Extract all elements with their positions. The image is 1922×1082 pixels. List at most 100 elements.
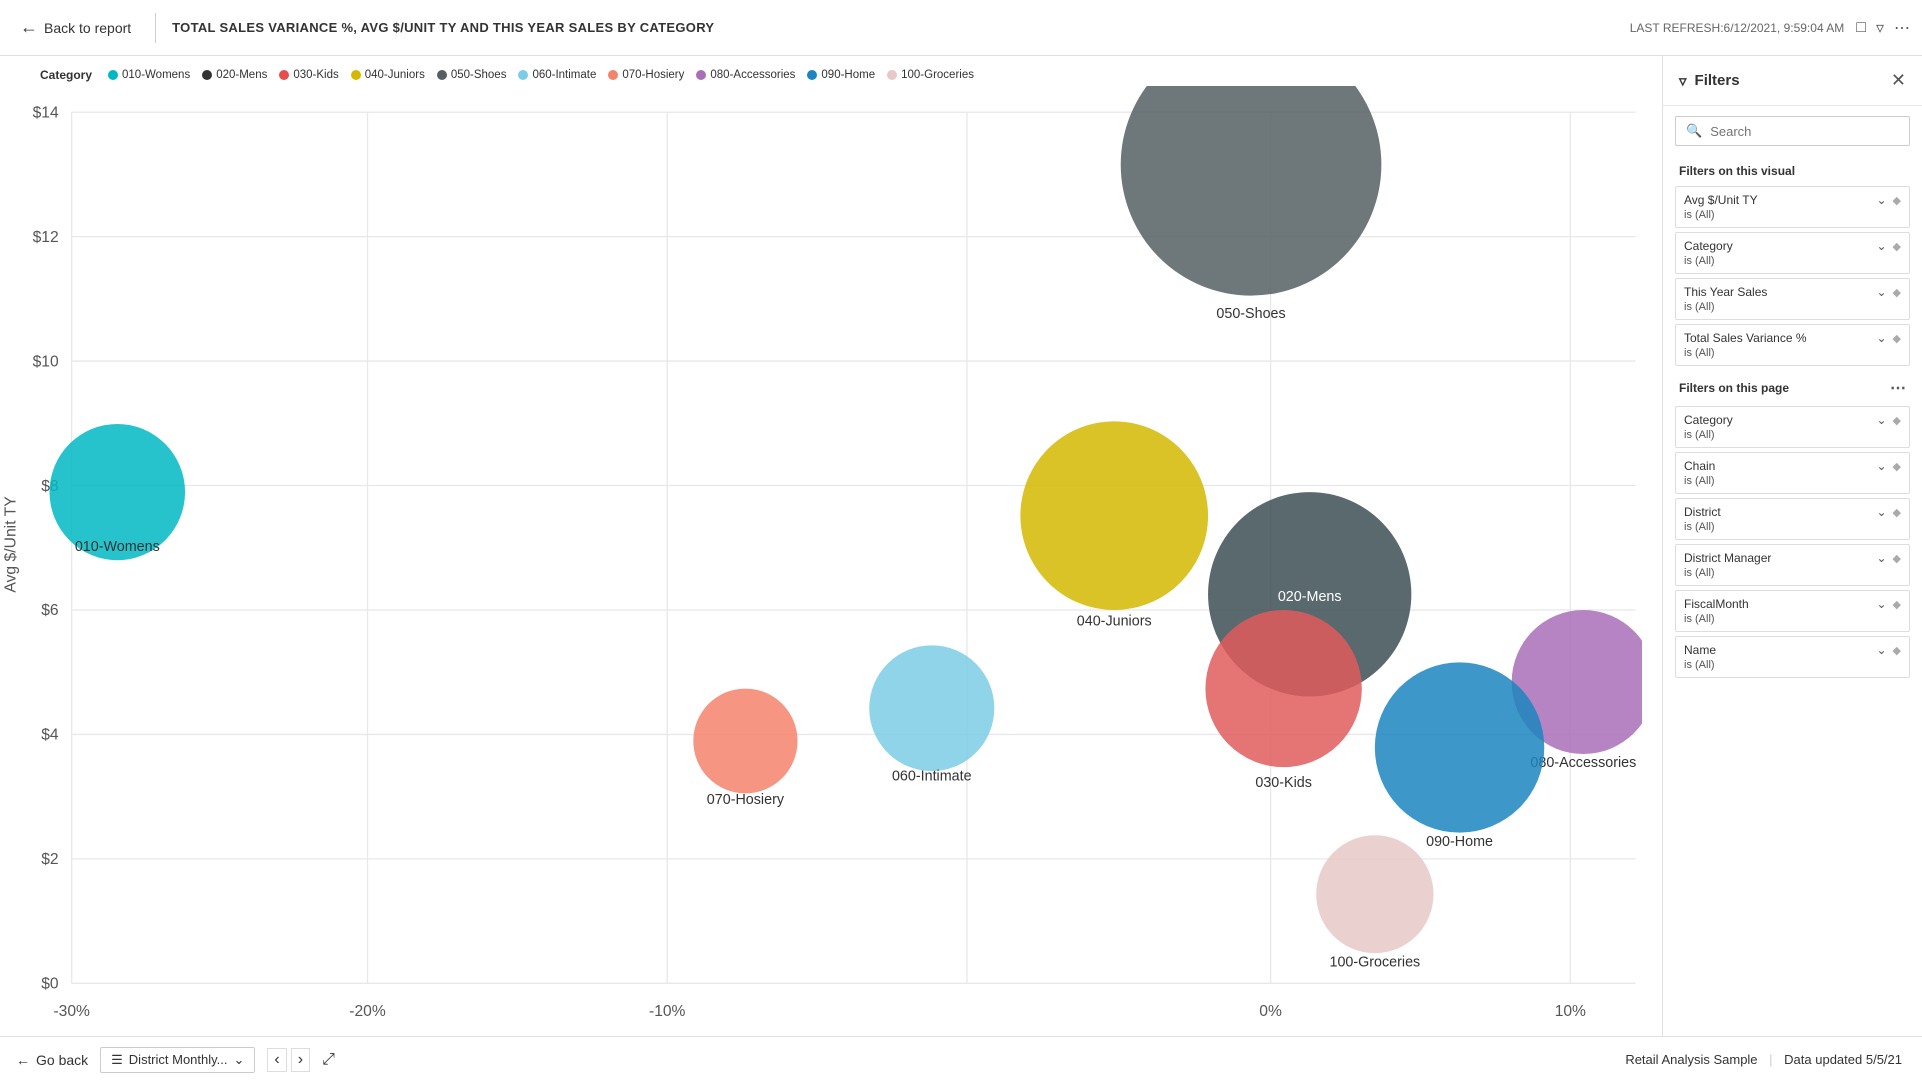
chart-area: Category 010-Womens020-Mens030-Kids040-J…	[0, 56, 1662, 1036]
hamburger-icon: ☰	[111, 1052, 123, 1068]
data-updated: Data updated 5/5/21	[1784, 1052, 1902, 1067]
page-filter-item[interactable]: Name ⌄ ◆ is (All)	[1675, 636, 1910, 678]
nav-next-arrow[interactable]: ›	[291, 1048, 310, 1072]
close-filters-icon[interactable]: ✕	[1891, 70, 1906, 91]
filters-on-page-label: Filters on this page ⋯	[1663, 370, 1922, 402]
visual-filter-item[interactable]: This Year Sales ⌄ ◆ is (All)	[1675, 278, 1910, 320]
bubble-040-juniors[interactable]	[1020, 421, 1208, 610]
page-tab[interactable]: ☰ District Monthly... ⌄	[100, 1047, 255, 1073]
page-filter-item[interactable]: Chain ⌄ ◆ is (All)	[1675, 452, 1910, 494]
svg-text:-10%: -10%	[649, 1003, 686, 1020]
svg-text:100-Groceries: 100-Groceries	[1329, 954, 1420, 970]
copy-icon[interactable]: □	[1856, 19, 1866, 37]
eraser-icon[interactable]: ◆	[1893, 552, 1901, 565]
separator	[155, 13, 156, 43]
visual-filter-item[interactable]: Category ⌄ ◆ is (All)	[1675, 232, 1910, 274]
top-bar-right: LAST REFRESH:6/12/2021, 9:59:04 AM □ ▿ ⋯	[1630, 18, 1910, 38]
svg-text:0%: 0%	[1259, 1003, 1282, 1020]
legend-item-070-hosiery: 070-Hosiery	[608, 69, 684, 81]
chevron-icon[interactable]: ⌄	[1876, 459, 1886, 473]
go-back-button[interactable]: ← Go back	[16, 1052, 88, 1068]
filters-on-visual-text: Filters on this visual	[1679, 164, 1795, 178]
filter-top-icon[interactable]: ▿	[1876, 18, 1884, 38]
page-filter-item[interactable]: District Manager ⌄ ◆ is (All)	[1675, 544, 1910, 586]
eraser-icon[interactable]: ◆	[1893, 644, 1901, 657]
legend-item-090-home: 090-Home	[807, 69, 875, 81]
eraser-icon[interactable]: ◆	[1893, 460, 1901, 473]
chevron-icon[interactable]: ⌄	[1876, 643, 1886, 657]
expand-icon[interactable]: ⤢	[322, 1051, 335, 1069]
bubble-030-kids[interactable]	[1205, 610, 1361, 767]
chevron-icon[interactable]: ⌄	[1876, 193, 1886, 207]
chevron-icon[interactable]: ⌄	[1876, 285, 1886, 299]
filters-title-text: Filters	[1695, 72, 1740, 89]
svg-text:$14: $14	[33, 104, 59, 121]
eraser-icon[interactable]: ◆	[1893, 414, 1901, 427]
search-icon: 🔍	[1686, 123, 1702, 139]
eraser-icon[interactable]: ◆	[1893, 332, 1901, 345]
chevron-icon[interactable]: ⌄	[1876, 597, 1886, 611]
chevron-icon[interactable]: ⌄	[1876, 239, 1886, 253]
svg-text:030-Kids: 030-Kids	[1255, 775, 1312, 791]
filters-on-visual-label: Filters on this visual	[1663, 156, 1922, 182]
go-back-arrow-icon: ←	[16, 1052, 30, 1068]
filters-on-page-more-icon[interactable]: ⋯	[1890, 378, 1906, 398]
bubble-050-shoes[interactable]	[1121, 86, 1382, 296]
legend-item-040-juniors: 040-Juniors	[351, 69, 425, 81]
svg-text:10%: 10%	[1555, 1003, 1586, 1020]
go-back-label: Go back	[36, 1052, 88, 1068]
top-bar: ← Back to report TOTAL SALES VARIANCE %,…	[0, 0, 1922, 56]
top-bar-left: ← Back to report TOTAL SALES VARIANCE %,…	[12, 13, 714, 43]
eraser-icon[interactable]: ◆	[1893, 286, 1901, 299]
eraser-icon[interactable]: ◆	[1893, 240, 1901, 253]
scatter-svg: $14 $12 $10 $8 $6 $4 $2 $0 -30% -20% -10…	[0, 86, 1642, 1036]
legend-item-030-kids: 030-Kids	[279, 69, 338, 81]
back-label: Back to report	[44, 20, 131, 36]
bubble-090-home[interactable]	[1375, 662, 1544, 832]
filters-title: ▿ Filters	[1679, 72, 1740, 90]
chevron-icon[interactable]: ⌄	[1876, 551, 1886, 565]
more-options-icon[interactable]: ⋯	[1894, 18, 1910, 38]
svg-text:080-Accessories: 080-Accessories	[1530, 755, 1636, 771]
page-filter-item[interactable]: Category ⌄ ◆ is (All)	[1675, 406, 1910, 448]
page-filter-item[interactable]: District ⌄ ◆ is (All)	[1675, 498, 1910, 540]
filter-funnel-icon: ▿	[1679, 72, 1687, 90]
nav-prev-arrow[interactable]: ‹	[267, 1048, 286, 1072]
svg-text:$0: $0	[41, 976, 59, 993]
page-filter-item[interactable]: FiscalMonth ⌄ ◆ is (All)	[1675, 590, 1910, 632]
last-refresh: LAST REFRESH:6/12/2021, 9:59:04 AM	[1630, 21, 1845, 35]
bubble-070-hosiery[interactable]	[693, 689, 797, 794]
filters-panel: ▿ Filters ✕ 🔍 Filters on this visual Avg…	[1662, 56, 1922, 1036]
chevron-icon[interactable]: ⌄	[1876, 505, 1886, 519]
page-filters-list: Category ⌄ ◆ is (All) Chain ⌄ ◆ is (All)…	[1663, 402, 1922, 682]
svg-text:-20%: -20%	[349, 1003, 386, 1020]
visual-filter-item[interactable]: Avg $/Unit TY ⌄ ◆ is (All)	[1675, 186, 1910, 228]
svg-text:070-Hosiery: 070-Hosiery	[707, 792, 785, 808]
chevron-icon[interactable]: ⌄	[1876, 413, 1886, 427]
eraser-icon[interactable]: ◆	[1893, 506, 1901, 519]
eraser-icon[interactable]: ◆	[1893, 194, 1901, 207]
report-name: Retail Analysis Sample	[1625, 1052, 1757, 1067]
eraser-icon[interactable]: ◆	[1893, 598, 1901, 611]
legend-item-020-mens: 020-Mens	[202, 69, 267, 81]
legend: Category 010-Womens020-Mens030-Kids040-J…	[0, 64, 1662, 86]
svg-text:$6: $6	[41, 602, 59, 619]
bubble-100-groceries[interactable]	[1316, 835, 1433, 953]
chevron-icon[interactable]: ⌄	[1876, 331, 1886, 345]
bottom-left: ← Go back ☰ District Monthly... ⌄ ‹ › ⤢	[16, 1047, 335, 1073]
visual-filter-item[interactable]: Total Sales Variance % ⌄ ◆ is (All)	[1675, 324, 1910, 366]
filters-on-page-text: Filters on this page	[1679, 381, 1789, 395]
back-button[interactable]: ← Back to report	[12, 13, 139, 42]
svg-text:-30%: -30%	[53, 1003, 90, 1020]
svg-text:010-Womens: 010-Womens	[75, 539, 160, 555]
search-box[interactable]: 🔍	[1675, 116, 1910, 146]
back-arrow-icon: ←	[20, 17, 38, 38]
visual-filters-list: Avg $/Unit TY ⌄ ◆ is (All) Category ⌄ ◆ …	[1663, 182, 1922, 370]
svg-text:020-Mens: 020-Mens	[1278, 589, 1342, 605]
chevron-down-icon: ⌄	[234, 1052, 245, 1068]
legend-item-100-groceries: 100-Groceries	[887, 69, 974, 81]
svg-text:090-Home: 090-Home	[1426, 834, 1493, 850]
search-input[interactable]	[1710, 124, 1899, 139]
bubble-060-intimate[interactable]	[869, 645, 994, 771]
svg-text:Avg $/Unit TY: Avg $/Unit TY	[3, 496, 20, 593]
